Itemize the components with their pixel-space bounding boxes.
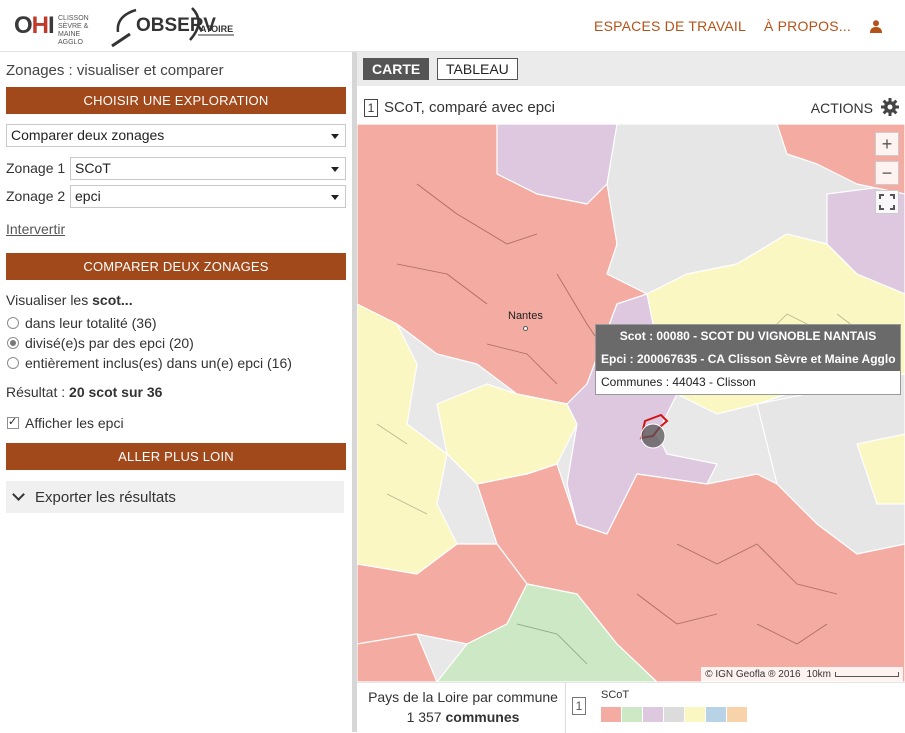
legend-swatch bbox=[706, 707, 726, 722]
user-icon[interactable] bbox=[869, 19, 883, 33]
chevron-down-icon bbox=[12, 488, 25, 501]
scale-bar bbox=[835, 672, 899, 677]
tooltip-communes: Communes : 44043 - Clisson bbox=[596, 371, 900, 394]
choose-exploration-button[interactable]: CHOISIR UNE EXPLORATION bbox=[6, 87, 346, 114]
map-title: SCoT, comparé avec epci bbox=[384, 99, 555, 116]
ohi-logo[interactable]: OHI CLISSON SÈVRE & MAINE AGGLO bbox=[14, 12, 100, 46]
gear-icon[interactable] bbox=[881, 98, 899, 116]
radio-button[interactable] bbox=[7, 317, 19, 329]
view-tabs: CARTE TABLEAU bbox=[357, 52, 905, 86]
tab-tableau[interactable]: TABLEAU bbox=[437, 58, 518, 80]
obs-logo-suffix: ATOIRE bbox=[200, 24, 233, 34]
zonage2-select[interactable]: epci bbox=[70, 185, 346, 208]
exploration-mode-value: Comparer deux zonages bbox=[11, 127, 165, 143]
radio-label: dans leur totalité (36) bbox=[25, 315, 157, 331]
radio-included[interactable]: entièrement inclus(es) dans un(e) epci (… bbox=[7, 355, 292, 371]
actions-menu-button[interactable]: ACTIONS bbox=[811, 100, 873, 116]
go-further-button[interactable]: ALLER PLUS LOIN bbox=[6, 443, 346, 470]
map-tooltip: Scot : 00080 - SCOT DU VIGNOBLE NANTAIS … bbox=[595, 324, 901, 395]
exploration-mode-select[interactable]: Comparer deux zonages bbox=[6, 124, 346, 147]
result-value: 20 scot sur 36 bbox=[69, 384, 163, 400]
radio-divided[interactable]: divisé(e)s par des epci (20) bbox=[7, 335, 194, 351]
right-panel: CARTE TABLEAU 1 SCoT, comparé avec epci … bbox=[357, 52, 905, 733]
map-toolbar: 1 SCoT, comparé avec epci ACTIONS bbox=[357, 86, 905, 124]
fullscreen-button[interactable] bbox=[875, 190, 899, 214]
chevron-down-icon bbox=[331, 195, 339, 200]
tooltip-scot: Scot : 00080 - SCOT DU VIGNOBLE NANTAIS bbox=[596, 325, 900, 348]
zoom-out-button[interactable]: − bbox=[875, 161, 899, 185]
app-header: OHI CLISSON SÈVRE & MAINE AGGLO OBSERV A… bbox=[0, 0, 905, 52]
visualize-heading: Visualiser les scot... bbox=[6, 292, 133, 308]
fullscreen-icon bbox=[879, 194, 895, 210]
attribution-text: © IGN Geofla ® 2016 bbox=[705, 669, 801, 680]
radio-totality[interactable]: dans leur totalité (36) bbox=[7, 315, 157, 331]
show-epci-toggle[interactable]: Afficher les epci bbox=[7, 415, 124, 431]
footer-count-unit: communes bbox=[445, 709, 520, 725]
result-prefix: Résultat : bbox=[6, 384, 70, 400]
map-attribution: © IGN Geofla ® 2016 10km bbox=[701, 667, 903, 682]
legend-swatch bbox=[727, 707, 747, 722]
footer-territory: Pays de la Loire par commune bbox=[368, 689, 558, 705]
radio-button-selected[interactable] bbox=[7, 337, 19, 349]
map-regions[interactable] bbox=[357, 124, 905, 682]
map-footer: Pays de la Loire par commune 1 357 commu… bbox=[357, 682, 905, 733]
footer-count: 1 357 communes bbox=[363, 709, 563, 725]
show-epci-label: Afficher les epci bbox=[25, 415, 124, 431]
visualize-entity: scot... bbox=[92, 292, 133, 308]
zonage2-value: epci bbox=[75, 188, 101, 204]
legend-title: SCoT bbox=[601, 689, 630, 701]
legend-swatch bbox=[664, 707, 684, 722]
visualize-prefix: Visualiser les bbox=[6, 292, 93, 308]
tab-carte[interactable]: CARTE bbox=[363, 58, 430, 80]
zonage2-label: Zonage 2 bbox=[6, 188, 66, 204]
legend-swatch bbox=[601, 707, 621, 722]
footer-count-value: 1 357 bbox=[406, 709, 442, 725]
nav-a-propos[interactable]: À PROPOS... bbox=[764, 18, 851, 34]
selection-marker[interactable] bbox=[640, 423, 666, 449]
zonage1-value: SCoT bbox=[75, 160, 111, 176]
tooltip-epci: Epci : 200067635 - CA Clisson Sèvre et M… bbox=[596, 348, 900, 371]
map-view[interactable]: Nantes + − Scot : 00080 - SCOT DU VIGNOB… bbox=[357, 124, 905, 682]
swap-zonages-link[interactable]: Intervertir bbox=[6, 221, 65, 237]
export-results-label: Exporter les résultats bbox=[35, 488, 176, 506]
legend-swatches bbox=[601, 707, 748, 722]
panel-title: Zonages : visualiser et comparer bbox=[6, 62, 224, 79]
compare-zonages-button[interactable]: COMPARER DEUX ZONAGES bbox=[6, 253, 346, 280]
left-panel: Zonages : visualiser et comparer CHOISIR… bbox=[0, 52, 352, 732]
map-number-badge: 1 bbox=[364, 99, 378, 117]
chevron-down-icon bbox=[331, 134, 339, 139]
nav-espaces-de-travail[interactable]: ESPACES DE TRAVAIL bbox=[594, 18, 746, 34]
show-epci-checkbox[interactable] bbox=[7, 415, 19, 429]
city-dot-icon bbox=[523, 326, 528, 331]
legend-swatch bbox=[643, 707, 663, 722]
observatoire-logo[interactable]: OBSERV ATOIRE bbox=[110, 4, 240, 48]
legend-swatch bbox=[685, 707, 705, 722]
ohi-logo-mark: OHI bbox=[14, 12, 55, 39]
city-label-nantes: Nantes bbox=[508, 310, 543, 322]
legend-number-badge: 1 bbox=[572, 697, 586, 715]
result-summary: Résultat : 20 scot sur 36 bbox=[6, 384, 162, 400]
zonage1-label: Zonage 1 bbox=[6, 160, 66, 176]
radio-label: entièrement inclus(es) dans un(e) epci (… bbox=[25, 355, 292, 371]
chevron-down-icon bbox=[331, 167, 339, 172]
legend-swatch bbox=[622, 707, 642, 722]
radio-label: divisé(e)s par des epci (20) bbox=[25, 335, 194, 351]
radio-button[interactable] bbox=[7, 357, 19, 369]
export-results-accordion[interactable]: Exporter les résultats bbox=[6, 481, 344, 513]
ohi-logo-subtitle: CLISSON SÈVRE & MAINE AGGLO bbox=[58, 15, 89, 46]
top-nav: ESPACES DE TRAVAIL À PROPOS... bbox=[594, 0, 905, 52]
scale-label: 10km bbox=[806, 669, 831, 680]
footer-separator bbox=[565, 683, 566, 733]
zonage1-select[interactable]: SCoT bbox=[70, 157, 346, 180]
zoom-in-button[interactable]: + bbox=[875, 132, 899, 156]
